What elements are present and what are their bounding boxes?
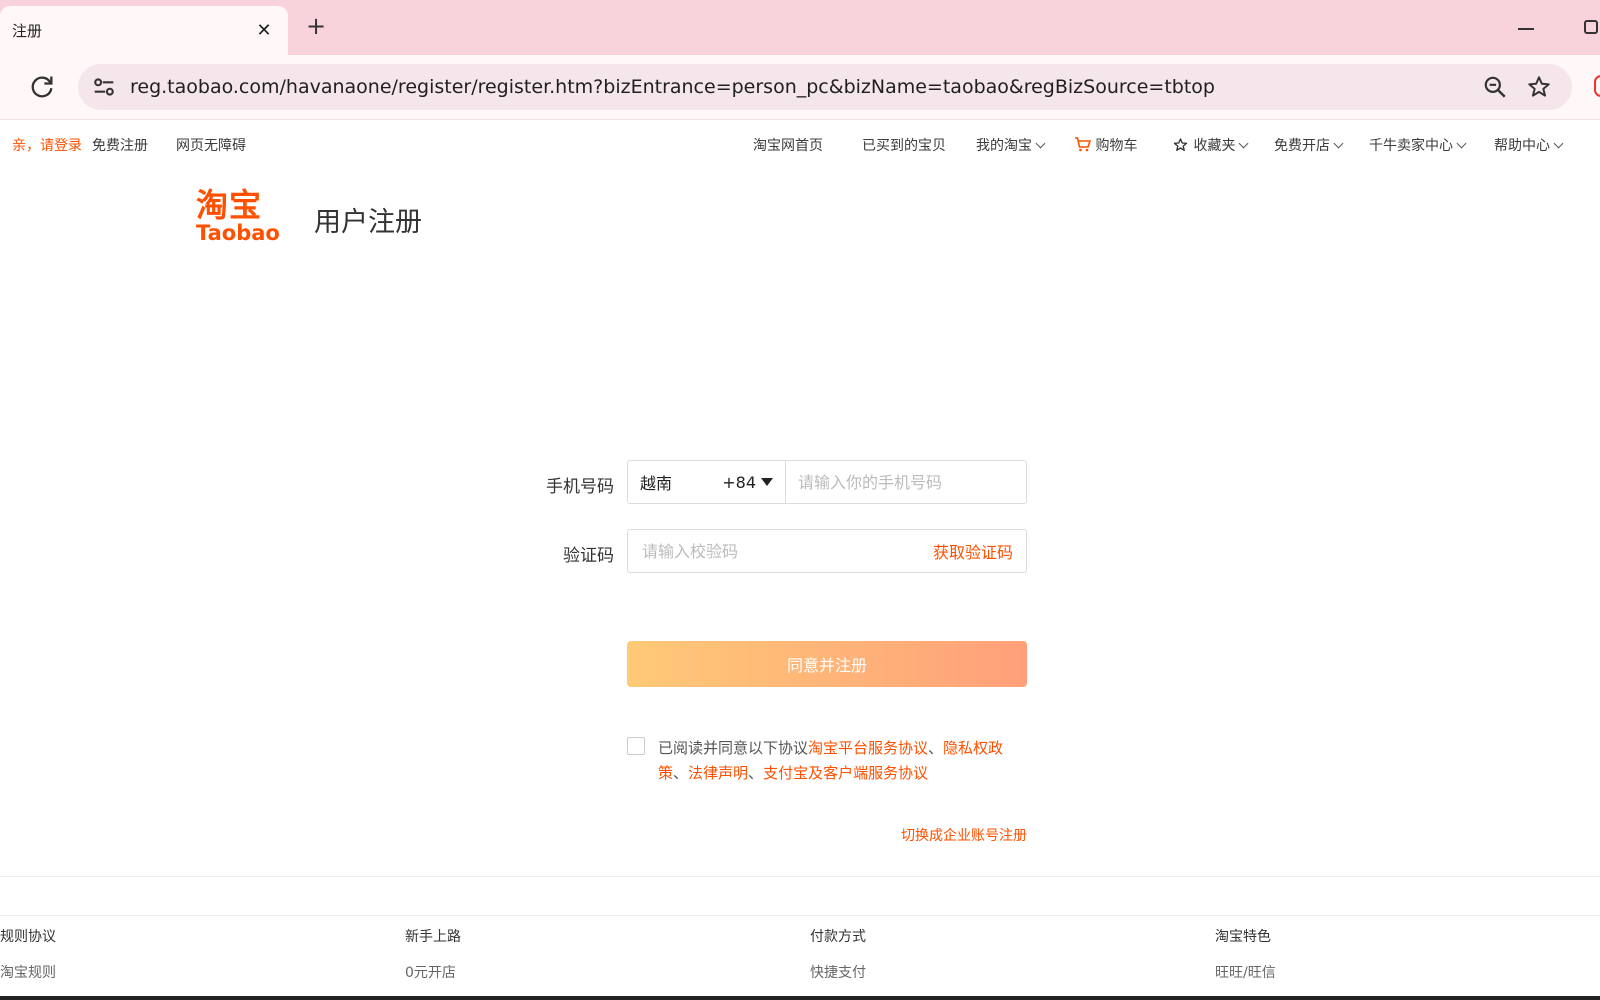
footer-link[interactable]: 0元开店 <box>405 962 461 982</box>
favorites-menu[interactable]: 收藏夹 <box>1172 135 1249 155</box>
agreement-text: 已阅读并同意以下协议淘宝平台服务协议、隐私权政策、法律声明、支付宝及客户端服务协… <box>658 736 1028 786</box>
legal-statement-link[interactable]: 法律声明 <box>688 764 748 782</box>
accessibility-link[interactable]: 网页无障碍 <box>176 135 246 155</box>
footer-heading: 新手上路 <box>405 929 461 945</box>
footer-column: 付款方式 快捷支付 <box>810 926 866 982</box>
caret-down-icon <box>761 478 773 486</box>
free-register-link[interactable]: 免费注册 <box>92 135 148 155</box>
purchased-link[interactable]: 已买到的宝贝 <box>862 135 946 155</box>
separator: 、 <box>748 764 764 782</box>
seller-center-label: 千牛卖家中心 <box>1369 138 1453 154</box>
minimize-icon[interactable] <box>1518 28 1534 30</box>
url-text: reg.taobao.com/havanaone/register/regist… <box>130 76 1215 98</box>
tab-close-icon[interactable]: ✕ <box>252 20 276 41</box>
cart-icon <box>1075 137 1092 152</box>
taskbar-edge <box>0 996 1600 1000</box>
phone-field-group: 越南 +84 <box>627 460 1027 504</box>
get-code-button[interactable]: 获取验证码 <box>933 539 1026 563</box>
browser-toolbar: reg.taobao.com/havanaone/register/regist… <box>0 55 1600 120</box>
help-center-label: 帮助中心 <box>1494 138 1550 154</box>
site-info-icon[interactable] <box>90 73 118 101</box>
taobao-home-link[interactable]: 淘宝网首页 <box>753 135 823 155</box>
country-code: +84 <box>722 472 756 492</box>
my-taobao-menu[interactable]: 我的淘宝 <box>976 135 1046 155</box>
country-select[interactable]: 越南 +84 <box>628 461 786 503</box>
footer-heading: 淘宝特色 <box>1215 929 1271 945</box>
chevron-down-icon <box>1456 138 1467 149</box>
open-shop-menu[interactable]: 免费开店 <box>1274 135 1344 155</box>
bookmark-star-icon[interactable] <box>1526 74 1552 100</box>
reload-icon[interactable] <box>28 73 56 101</box>
browser-tab-bar: 注册 ✕ + <box>0 0 1600 55</box>
code-field-group: 获取验证码 <box>627 529 1027 573</box>
divider <box>0 876 1600 877</box>
footer-heading: 付款方式 <box>810 929 866 945</box>
tab-title: 注册 <box>12 22 43 40</box>
separator: 、 <box>928 739 944 757</box>
profile-icon[interactable] <box>1594 75 1600 97</box>
browser-tab[interactable]: 注册 ✕ <box>0 6 288 55</box>
taobao-logo[interactable]: 淘宝 Taobao <box>196 188 280 246</box>
footer-link[interactable]: 快捷支付 <box>810 962 866 982</box>
separator: 、 <box>673 764 689 782</box>
footer-column: 新手上路 0元开店 <box>405 926 461 982</box>
chevron-down-icon <box>1035 138 1046 149</box>
footer-link[interactable]: 旺旺/旺信 <box>1215 962 1276 982</box>
my-taobao-label: 我的淘宝 <box>976 138 1032 154</box>
chevron-down-icon <box>1239 138 1249 149</box>
switch-enterprise-link[interactable]: 切换成企业账号注册 <box>880 825 1027 845</box>
divider <box>0 915 1600 916</box>
verification-code-input[interactable] <box>628 541 933 561</box>
logo-cn: 淘宝 <box>196 186 263 224</box>
chevron-down-icon <box>1333 138 1344 149</box>
agree-checkbox[interactable] <box>627 737 645 755</box>
code-label: 验证码 <box>563 546 614 566</box>
help-center-menu[interactable]: 帮助中心 <box>1494 135 1564 155</box>
phone-input[interactable] <box>786 461 1026 503</box>
logo-en: Taobao <box>196 221 280 245</box>
open-shop-label: 免费开店 <box>1274 138 1330 154</box>
site-top-nav: 亲，请登录 免费注册 网页无障碍 淘宝网首页 已买到的宝贝 我的淘宝 购物车 收… <box>0 121 1600 165</box>
page-title: 用户注册 <box>314 207 422 238</box>
new-tab-button[interactable]: + <box>302 12 330 40</box>
zoom-icon[interactable] <box>1482 74 1508 100</box>
country-name: 越南 <box>640 474 673 493</box>
agree-register-button[interactable]: 同意并注册 <box>627 641 1027 687</box>
cart-link[interactable]: 购物车 <box>1074 135 1137 155</box>
address-bar[interactable]: reg.taobao.com/havanaone/register/regist… <box>78 64 1572 110</box>
service-agreement-link[interactable]: 淘宝平台服务协议 <box>808 739 928 757</box>
footer-column: 淘宝特色 旺旺/旺信 <box>1215 926 1276 982</box>
chevron-down-icon <box>1553 138 1564 149</box>
alipay-agreement-link[interactable]: 支付宝及客户端服务协议 <box>763 764 928 782</box>
favorites-label: 收藏夹 <box>1193 138 1236 154</box>
star-icon <box>1173 138 1188 151</box>
footer-column: 规则协议 淘宝规则 <box>0 926 56 982</box>
cart-label: 购物车 <box>1095 138 1138 154</box>
seller-center-menu[interactable]: 千牛卖家中心 <box>1369 135 1467 155</box>
agree-prefix: 已阅读并同意以下协议 <box>658 739 809 757</box>
phone-label: 手机号码 <box>546 477 614 497</box>
footer-link[interactable]: 淘宝规则 <box>0 962 56 982</box>
login-link[interactable]: 亲，请登录 <box>12 135 82 155</box>
footer-heading: 规则协议 <box>0 929 56 945</box>
restore-icon[interactable] <box>1584 20 1598 34</box>
